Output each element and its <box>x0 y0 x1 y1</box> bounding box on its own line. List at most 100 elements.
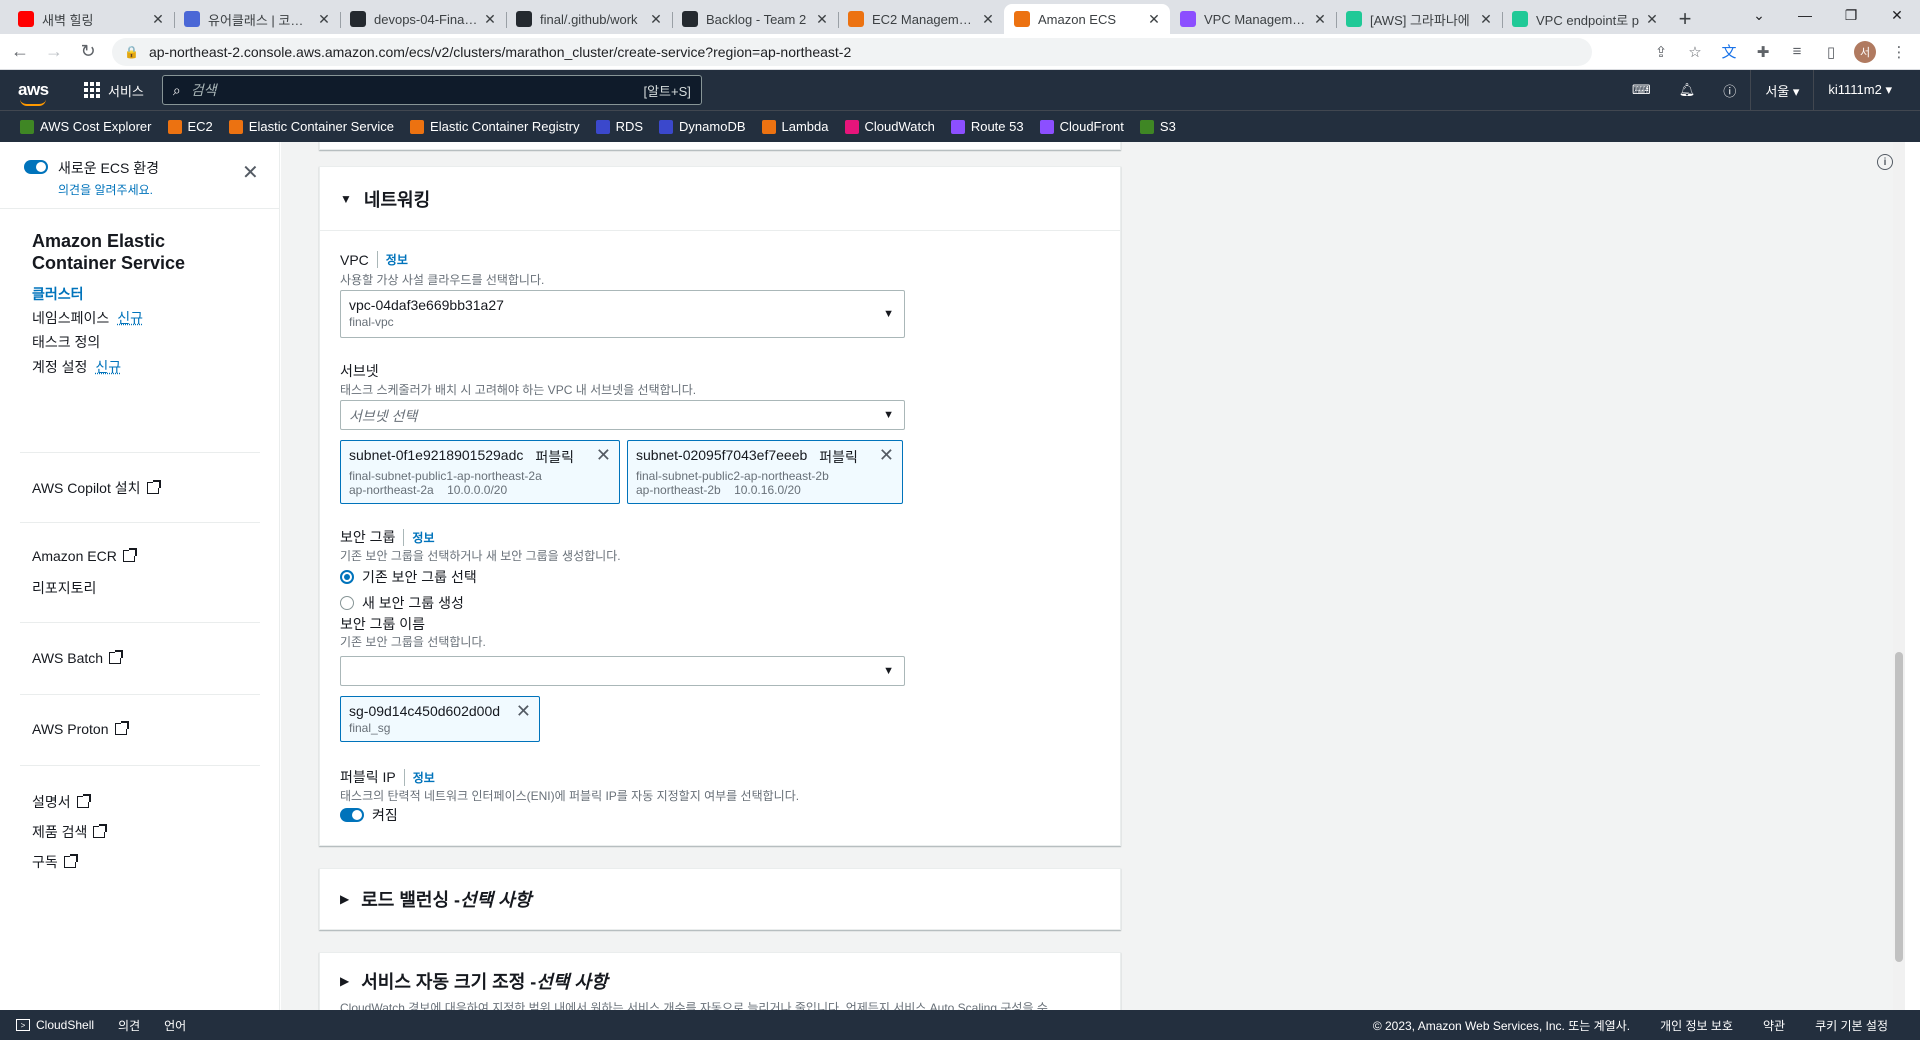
new-tab-button[interactable]: + <box>1668 4 1702 34</box>
share-icon[interactable]: ⇪ <box>1650 41 1672 63</box>
url-bar[interactable]: 🔒 ap-northeast-2.console.aws.amazon.com/… <box>112 37 1592 66</box>
remove-subnet-icon[interactable]: ✕ <box>596 445 611 466</box>
close-tab-icon[interactable]: ✕ <box>316 11 332 28</box>
account-menu[interactable]: ki1111m2 ▾ <box>1813 70 1906 110</box>
sidebar-item-subscribe[interactable]: 구독 <box>32 852 78 872</box>
new-ecs-experience-toggle[interactable] <box>24 160 48 174</box>
favorite-item[interactable]: EC2 <box>167 119 213 134</box>
favorite-item[interactable]: CloudWatch <box>844 119 935 134</box>
vpc-select[interactable]: vpc-04daf3e669bb31a27 final-vpc ▼ <box>340 290 905 338</box>
favorite-item[interactable]: CloudFront <box>1039 119 1124 134</box>
favorite-item[interactable]: RDS <box>595 119 643 134</box>
privacy-link[interactable]: 개인 정보 보호 <box>1660 1017 1733 1034</box>
sidebar-item-docs[interactable]: 설명서 <box>32 792 91 812</box>
side-panel-icon[interactable]: ▯ <box>1820 41 1842 63</box>
browser-menu-icon[interactable]: ⋮ <box>1888 41 1910 63</box>
sidebar-item-copilot[interactable]: AWS Copilot 설치 <box>32 478 161 498</box>
favorite-item[interactable]: Elastic Container Registry <box>410 119 580 134</box>
close-tab-icon[interactable]: ✕ <box>150 11 166 28</box>
public-ip-toggle[interactable]: 켜짐 <box>340 805 398 825</box>
browser-tab[interactable]: VPC endpoint로 p ✕ <box>1502 4 1668 34</box>
sidebar-nav-item[interactable]: 클러스터 <box>32 284 84 304</box>
favorites-bar: AWS Cost Explorer EC2 Elastic Container Se… <box>0 110 1920 142</box>
cloudshell-button[interactable]: > CloudShell <box>16 1018 94 1032</box>
tab-search-icon[interactable]: ⌄ <box>1736 0 1782 30</box>
favorite-item[interactable]: Elastic Container Service <box>228 119 394 134</box>
back-button[interactable]: ← <box>6 38 34 66</box>
load-balancing-header[interactable]: ▶ 로드 밸런싱 - 선택 사항 <box>320 869 1120 929</box>
browser-tab[interactable]: VPC Management ✕ <box>1170 4 1336 34</box>
info-panel-icon[interactable]: i <box>1877 154 1893 170</box>
favorite-item[interactable]: Route 53 <box>950 119 1024 134</box>
close-sidebar-icon[interactable]: ✕ <box>242 160 259 185</box>
services-menu[interactable]: 서비스 <box>84 81 144 100</box>
reload-button[interactable]: ↻ <box>74 38 102 66</box>
terms-link[interactable]: 약관 <box>1763 1017 1785 1034</box>
browser-tab[interactable]: final/.github/work ✕ <box>506 4 672 34</box>
translate-icon[interactable]: 文 <box>1718 41 1740 63</box>
notifications-bell-icon[interactable]: 🔔︎ <box>1665 70 1710 110</box>
close-window-button[interactable]: ✕ <box>1874 0 1920 30</box>
sg-new-radio[interactable]: 새 보안 그룹 생성 <box>340 593 464 613</box>
lock-icon: 🔒 <box>124 44 139 59</box>
favorite-item[interactable]: AWS Cost Explorer <box>20 119 152 134</box>
sg-existing-radio[interactable]: 기존 보안 그룹 선택 <box>340 567 477 587</box>
networking-header[interactable]: ▼ 네트워킹 <box>320 167 1120 231</box>
favorite-item[interactable]: Lambda <box>761 119 829 134</box>
close-tab-icon[interactable]: ✕ <box>814 11 830 28</box>
scrollbar-thumb[interactable] <box>1895 652 1903 962</box>
new-badge: 신규 <box>117 310 144 326</box>
region-selector[interactable]: 서울 ▾ <box>1750 70 1813 110</box>
caret-down-icon: ▼ <box>883 308 894 320</box>
close-tab-icon[interactable]: ✕ <box>482 11 498 28</box>
sg-info-link[interactable]: 정보 <box>403 528 435 546</box>
subnet-select[interactable]: 서브넷 선택 ▼ <box>340 400 905 430</box>
aws-logo[interactable]: aws <box>18 80 52 106</box>
scrollbar[interactable] <box>1893 142 1905 1010</box>
remove-sg-icon[interactable]: ✕ <box>516 701 531 722</box>
sidebar-item-product-search[interactable]: 제품 검색 <box>32 822 108 842</box>
favorite-item[interactable]: DynamoDB <box>659 119 746 134</box>
close-tab-icon[interactable]: ✕ <box>980 11 996 28</box>
forward-button[interactable]: → <box>40 38 68 66</box>
browser-tab[interactable]: devops-04-Final-T ✕ <box>340 4 506 34</box>
close-tab-icon[interactable]: ✕ <box>1478 11 1494 28</box>
feedback-link[interactable]: 의견을 알려주세요. <box>58 181 159 198</box>
close-tab-icon[interactable]: ✕ <box>1146 11 1162 28</box>
public-ip-info-link[interactable]: 정보 <box>403 768 435 786</box>
browser-tab[interactable]: Backlog - Team 2 ✕ <box>672 4 838 34</box>
browser-tab[interactable]: 새벽 힐링 ✕ <box>8 4 174 34</box>
minimize-button[interactable]: — <box>1782 0 1828 30</box>
remove-subnet-icon[interactable]: ✕ <box>879 445 894 466</box>
vpc-info-link[interactable]: 정보 <box>376 251 408 268</box>
sg-select[interactable]: ▼ <box>340 656 905 686</box>
feedback-button[interactable]: 의견 <box>118 1017 140 1034</box>
cookie-settings-link[interactable]: 쿠키 기본 설정 <box>1815 1017 1888 1034</box>
bookmark-star-icon[interactable]: ☆ <box>1684 41 1706 63</box>
sidebar-item-ecr[interactable]: Amazon ECR <box>32 548 137 564</box>
reading-list-icon[interactable]: ≡ <box>1786 41 1808 63</box>
autoscaling-header[interactable]: ▶ 서비스 자동 크기 조정 - 선택 사항 <box>320 953 1120 999</box>
browser-tab[interactable]: Amazon ECS ✕ <box>1004 4 1170 34</box>
sidebar-nav-item[interactable]: 계정 설정 신규 <box>32 357 121 377</box>
close-tab-icon[interactable]: ✕ <box>648 11 664 28</box>
cloudshell-icon[interactable]: ⌨ <box>1618 70 1665 110</box>
close-tab-icon[interactable]: ✕ <box>1644 11 1660 28</box>
extensions-icon[interactable]: ✚ <box>1752 41 1774 63</box>
browser-tab[interactable]: [AWS] 그라파나에 ✕ <box>1336 4 1502 34</box>
sidebar-item-batch[interactable]: AWS Batch <box>32 650 124 666</box>
favorite-item[interactable]: S3 <box>1139 119 1176 134</box>
sidebar-item-repositories[interactable]: 리포지토리 <box>32 578 96 598</box>
sidebar-nav-item[interactable]: 네임스페이스 신규 <box>32 308 143 328</box>
help-icon[interactable]: ⓘ <box>1709 70 1750 110</box>
restore-button[interactable]: ❐ <box>1828 0 1874 30</box>
sidebar-nav-item[interactable]: 태스크 정의 <box>32 332 100 352</box>
browser-tab[interactable]: EC2 Management ✕ <box>838 4 1004 34</box>
profile-avatar[interactable]: 서 <box>1854 40 1876 63</box>
language-button[interactable]: 언어 <box>164 1017 186 1034</box>
sidebar-item-proton[interactable]: AWS Proton <box>32 721 129 737</box>
tab-title: final/.github/work <box>540 11 638 27</box>
browser-tab[interactable]: 유어클래스 | 코드스 ✕ <box>174 4 340 34</box>
aws-search-input[interactable]: ⌕ 검색 [알트+S] <box>161 75 702 105</box>
close-tab-icon[interactable]: ✕ <box>1312 11 1328 28</box>
